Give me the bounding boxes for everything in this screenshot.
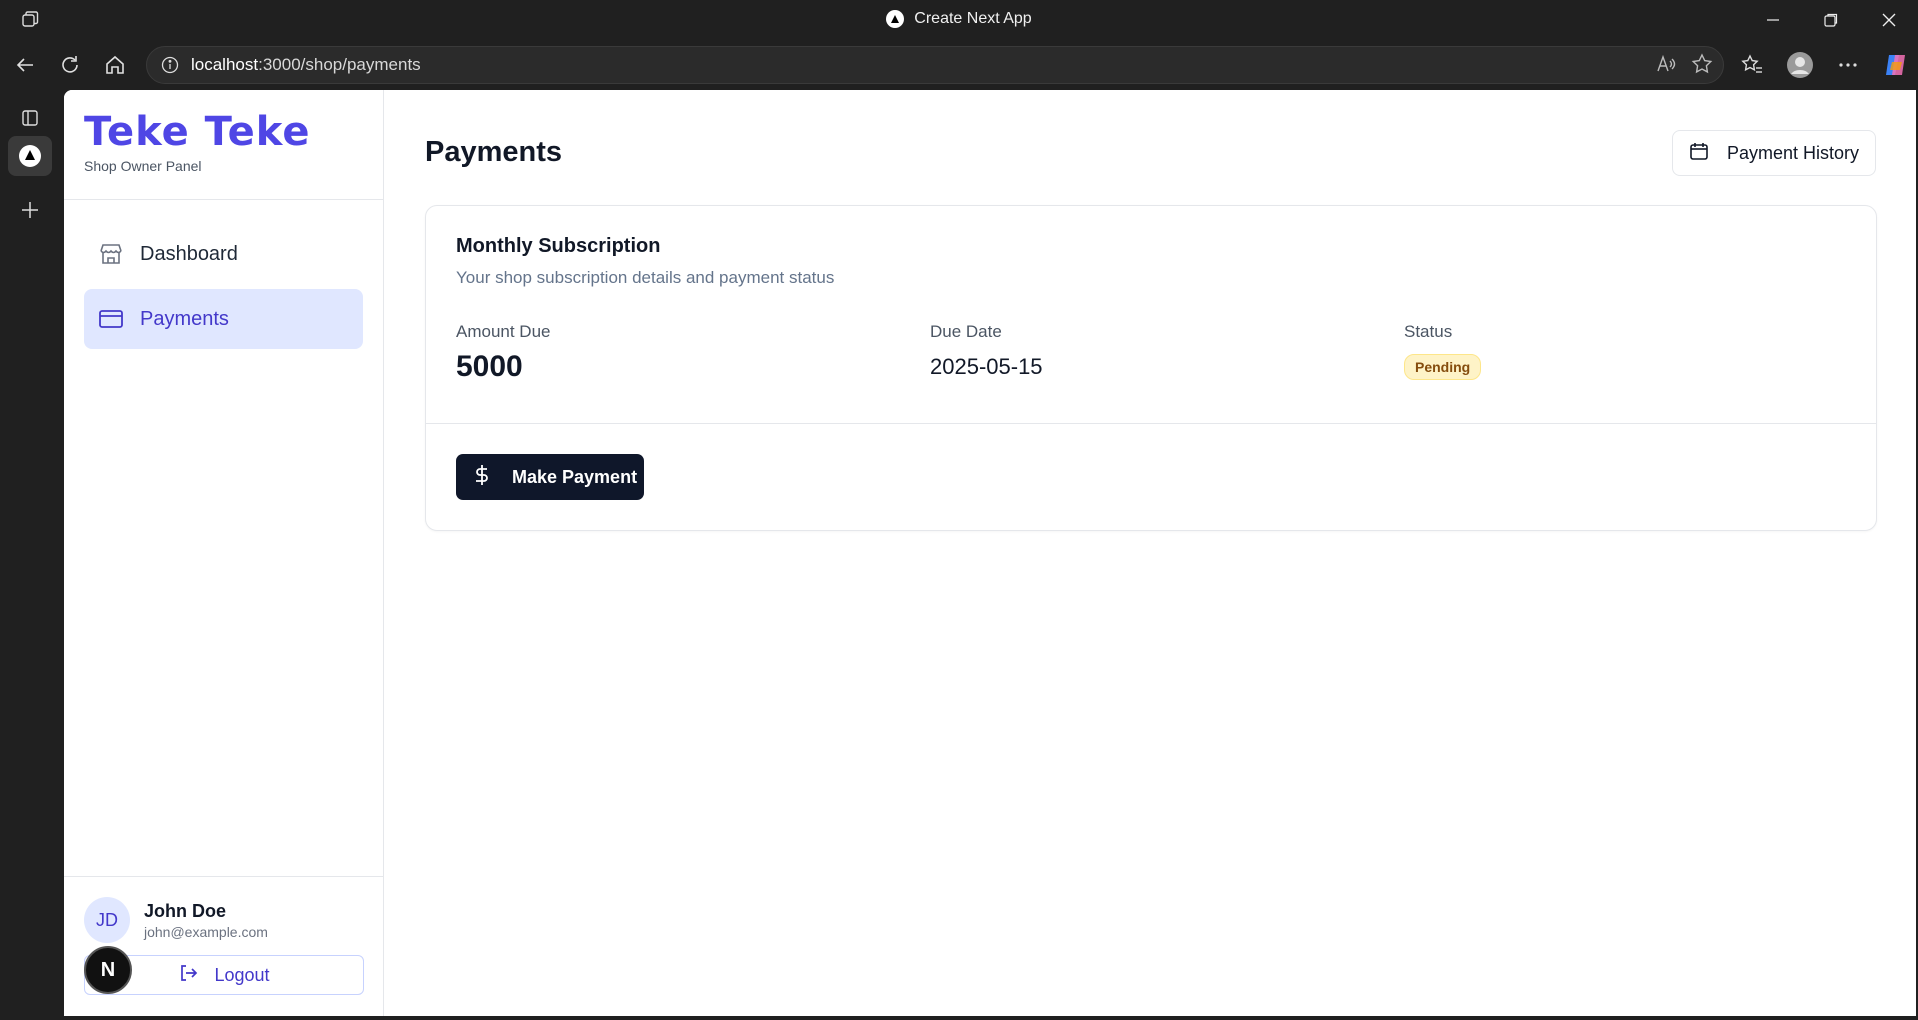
favorite-star-icon[interactable] [1691, 53, 1713, 80]
payment-history-button[interactable]: Payment History [1672, 130, 1876, 176]
due-date-value: 2025-05-15 [930, 354, 1043, 379]
page-viewport: Teke Teke Shop Owner Panel Dashboard Pay… [64, 90, 1916, 1016]
brand-header: Teke Teke Shop Owner Panel [64, 90, 383, 200]
profile-avatar-icon[interactable] [1778, 46, 1822, 84]
sidebar-item-label: Payments [140, 307, 229, 330]
dollar-icon [474, 464, 490, 491]
make-payment-label: Make Payment [512, 466, 638, 487]
refresh-icon[interactable] [55, 50, 85, 80]
make-payment-button[interactable]: Make Payment [456, 454, 644, 500]
credit-card-icon [98, 306, 124, 332]
brand-subtitle: Shop Owner Panel [84, 158, 202, 174]
logout-label: Logout [214, 964, 270, 985]
window-title-text: Create Next App [914, 10, 1032, 27]
restore-icon[interactable] [1802, 0, 1860, 40]
minimize-icon[interactable] [1744, 0, 1802, 40]
brand-logo-text[interactable]: Teke Teke [84, 110, 363, 154]
favorites-icon[interactable] [1730, 46, 1774, 84]
tab-nextjs-app[interactable] [8, 136, 52, 176]
sidebar-nav: Dashboard Payments [64, 200, 383, 349]
subscription-card: Monthly Subscription Your shop subscript… [425, 205, 1877, 531]
browser-titlebar: Create Next App [0, 0, 1918, 40]
sidebar-item-payments[interactable]: Payments [84, 289, 363, 349]
avatar: JD [84, 897, 130, 943]
amount-due-label: Amount Due [456, 322, 551, 341]
browser-toolbar: localhost:3000/shop/payments [0, 40, 1918, 90]
nextjs-favicon-icon [886, 10, 905, 28]
site-info-icon[interactable] [159, 54, 181, 76]
status-badge: Pending [1404, 354, 1482, 380]
card-divider [426, 423, 1876, 424]
tab-actions-icon[interactable] [8, 98, 52, 138]
new-tab-icon[interactable] [8, 190, 52, 230]
calendar-icon [1689, 141, 1709, 166]
copilot-icon[interactable] [1874, 46, 1918, 84]
due-date-block: Due Date 2025-05-15 [930, 322, 1043, 380]
user-name: John Doe [144, 900, 227, 921]
read-aloud-icon[interactable] [1655, 53, 1677, 80]
card-description: Your shop subscription details and payme… [456, 268, 835, 287]
window-title: Create Next App [0, 10, 1918, 28]
status-block: Status Pending [1404, 322, 1482, 380]
sidebar: Teke Teke Shop Owner Panel Dashboard Pay… [64, 90, 384, 1016]
payment-history-label: Payment History [1727, 142, 1860, 163]
page-title: Payments [425, 136, 563, 168]
address-bar[interactable]: localhost:3000/shop/payments [146, 46, 1724, 84]
home-icon[interactable] [100, 50, 130, 80]
sidebar-item-label: Dashboard [140, 242, 238, 265]
user-email: john@example.com [144, 923, 268, 940]
back-icon[interactable] [10, 50, 40, 80]
vertical-tabs-bar [0, 90, 64, 1020]
sidebar-item-dashboard[interactable]: Dashboard [84, 224, 363, 284]
amount-due-block: Amount Due 5000 [456, 322, 551, 384]
card-title: Monthly Subscription [456, 235, 661, 257]
logout-icon [178, 963, 198, 988]
close-icon[interactable] [1860, 0, 1918, 40]
nextjs-dev-indicator[interactable]: N [84, 946, 132, 994]
status-label: Status [1404, 322, 1453, 341]
more-options-icon[interactable] [1826, 46, 1870, 84]
due-date-label: Due Date [930, 322, 1002, 341]
store-icon [98, 241, 124, 267]
main-content: Payments Payment History Monthly Subscri… [384, 90, 1916, 1016]
url-text[interactable]: localhost:3000/shop/payments [191, 55, 421, 75]
amount-due-value: 5000 [456, 350, 523, 383]
